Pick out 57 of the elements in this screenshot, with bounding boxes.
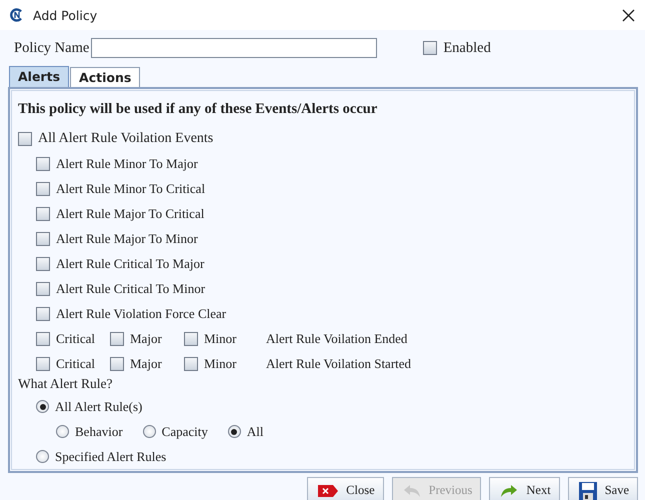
checkbox[interactable] (36, 206, 50, 220)
checkbox[interactable] (184, 332, 198, 346)
field-label: Policy Name (14, 40, 90, 56)
section-heading: This policy will be used if any of these Events/Alerts occur (18, 101, 378, 119)
checkbox[interactable] (36, 182, 50, 196)
radio-label: All Alert Rule(s) (55, 398, 142, 414)
radio-label: All (246, 424, 264, 440)
checkbox-label: Alert Rule Critical To Minor (56, 280, 206, 296)
checkbox-label: Minor (204, 330, 236, 346)
radio-label: Capacity (162, 424, 208, 440)
checkbox-label: Critical (56, 330, 95, 346)
checkbox[interactable] (184, 356, 198, 370)
row-label: Alert Rule Voilation Ended (266, 330, 408, 346)
radio-button[interactable] (228, 425, 241, 438)
checkbox[interactable] (36, 156, 50, 170)
close-icon[interactable] (622, 8, 635, 22)
policy-name-field[interactable] (91, 38, 378, 58)
checkbox-label: Enabled (443, 40, 491, 56)
checkbox[interactable] (110, 332, 124, 346)
logo-icon (10, 8, 24, 22)
checkbox[interactable] (36, 332, 50, 346)
radio-button[interactable] (36, 400, 49, 413)
checkbox-label: Major (130, 356, 162, 372)
tab[interactable]: Actions (70, 67, 140, 87)
checkbox-label: All Alert Rule Voilation Events (38, 130, 214, 146)
radio-button[interactable] (36, 450, 49, 463)
next-button[interactable]: Next (489, 477, 560, 500)
radio-button[interactable] (56, 425, 69, 438)
close-icon (318, 484, 338, 496)
checkbox-label: Minor (204, 356, 236, 372)
checkbox[interactable] (110, 356, 124, 370)
tab[interactable]: Alerts (9, 66, 70, 87)
checkbox-label: Major (130, 330, 162, 346)
checkbox-label: Alert Rule Critical To Major (56, 256, 204, 272)
checkbox-label: Alert Rule Major To Minor (56, 230, 198, 246)
enabled-checkbox[interactable] (423, 41, 438, 55)
checkbox-label: Critical (56, 356, 95, 372)
row-label: Alert Rule Voilation Started (266, 356, 412, 372)
checkbox-label: Alert Rule Major To Critical (56, 206, 204, 222)
checkbox-label: Alert Rule Minor To Major (56, 156, 198, 172)
checkbox[interactable] (18, 132, 32, 146)
checkbox[interactable] (36, 256, 50, 270)
close-button[interactable]: Close (307, 477, 384, 500)
radio-label: Behavior (75, 424, 123, 440)
checkbox[interactable] (36, 232, 50, 246)
checkbox-label: Alert Rule Violation Force Clear (56, 306, 226, 322)
window-title: Add Policy (33, 8, 98, 22)
back-arrow-icon (402, 484, 421, 498)
checkbox[interactable] (36, 282, 50, 296)
radio-button[interactable] (142, 425, 156, 438)
checkbox[interactable] (36, 356, 50, 370)
save-button[interactable]: Save (568, 477, 638, 500)
forward-arrow-icon (500, 484, 518, 498)
checkbox-label: Alert Rule Minor To Critical (56, 180, 206, 196)
checkbox[interactable] (36, 306, 50, 320)
question-label: What Alert Rule? (18, 375, 114, 393)
radio-label: Specified Alert Rules (55, 448, 166, 464)
